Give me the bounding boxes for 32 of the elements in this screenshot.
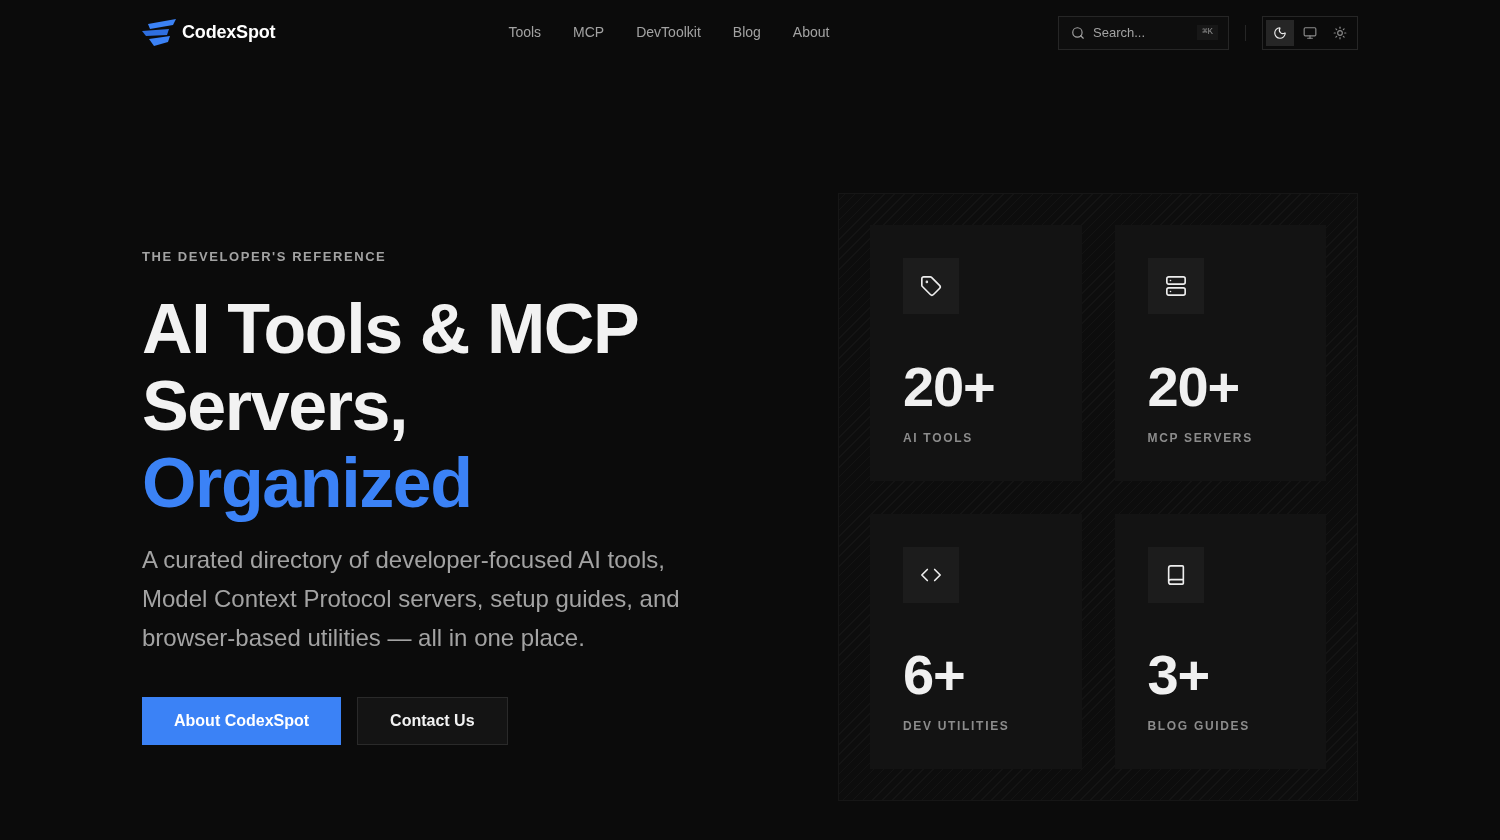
search-bar[interactable]: Search... ⌘K <box>1058 15 1229 50</box>
hero-description: A curated directory of developer-focused AI tools, Model Context Protocol servers, setup guides, and browser-based utilities — all in one place. <box>142 545 681 653</box>
logo-link[interactable]: CodexSpot <box>142 19 276 46</box>
hero-heading-highlight: Organized <box>142 445 472 522</box>
monitor-icon <box>1303 25 1317 40</box>
theme-option-button[interactable] <box>1266 19 1294 46</box>
nav-link[interactable]: Tools <box>508 22 542 43</box>
stat-value: 3+ <box>1147 645 1210 705</box>
nav-link[interactable]: About <box>792 22 830 43</box>
logo-icon <box>142 19 176 46</box>
stat-label: MCP SERVERS <box>1147 430 1253 445</box>
moon-icon <box>1273 25 1287 40</box>
about-button[interactable]: About CodexSpot <box>142 697 342 745</box>
search-input[interactable]: Search... <box>1093 22 1183 43</box>
tag-icon <box>920 275 942 297</box>
stat-label: AI TOOLS <box>903 430 973 445</box>
server-icon <box>1164 275 1187 297</box>
stat-value: 20+ <box>903 356 995 417</box>
eyebrow-text: THE DEVELOPER'S REFERENCE <box>142 249 387 265</box>
sun-icon <box>1333 25 1347 40</box>
logo-text: CodexSpot <box>182 21 276 44</box>
nav-link[interactable]: Blog <box>732 22 761 43</box>
nav-link[interactable]: MCP <box>573 22 605 43</box>
stat-value: 20+ <box>1147 356 1240 417</box>
hero-heading: AI Tools & MCP Servers, <box>142 291 639 445</box>
shortcut-key: ⌘K <box>1197 25 1218 40</box>
stat-label: DEV UTILITIES <box>903 719 1010 733</box>
contact-button[interactable]: Contact Us <box>357 697 508 745</box>
nav-link[interactable]: DevToolkit <box>636 22 701 43</box>
stat-value: 6+ <box>903 645 965 705</box>
search-icon <box>1071 25 1085 40</box>
stat-label: BLOG GUIDES <box>1147 719 1250 733</box>
